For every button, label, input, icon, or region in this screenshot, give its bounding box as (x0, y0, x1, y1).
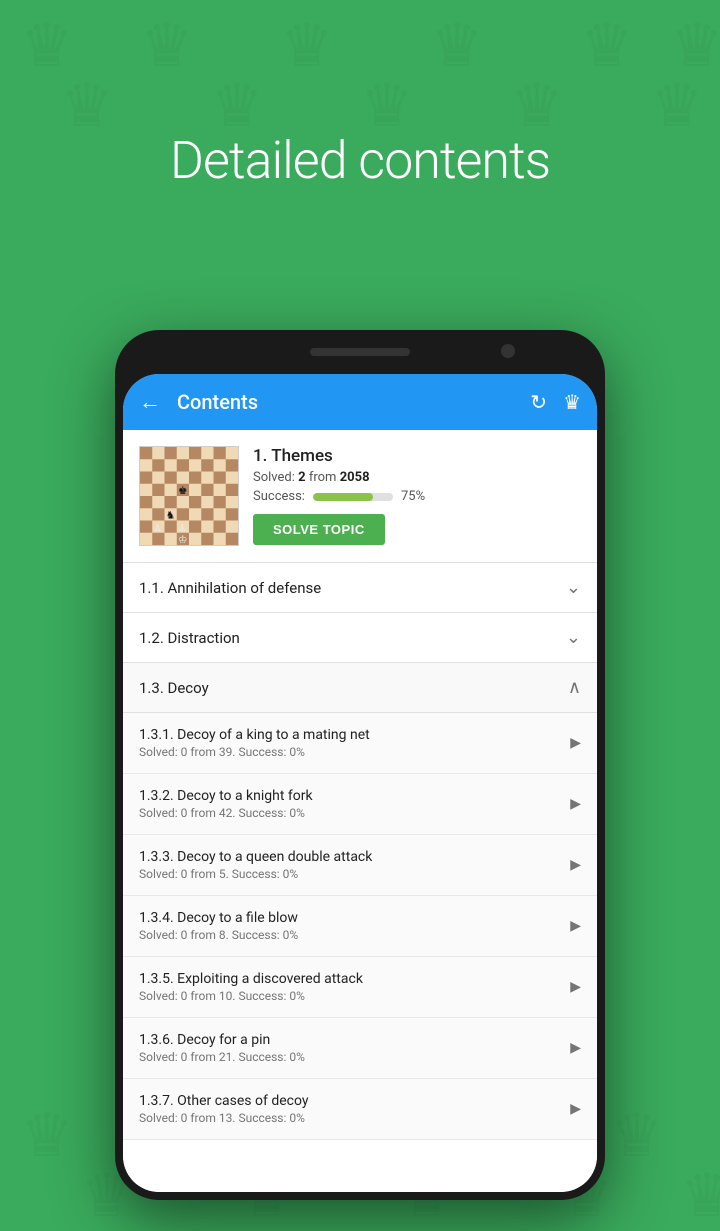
play-icon: ▶ (570, 918, 581, 934)
svg-text:♚: ♚ (178, 484, 187, 497)
topic-title: 1. Themes (253, 446, 581, 466)
play-icon: ▶ (570, 735, 581, 751)
app-icon[interactable]: ♛ (563, 390, 581, 414)
app-bar: ← Contents ↻ ♛ (123, 374, 597, 430)
list-sub-item[interactable]: 1.3.6. Decoy for a pin Solved: 0 from 21… (123, 1018, 597, 1079)
phone-speaker (310, 348, 410, 356)
list-item-subtitle: Solved: 0 from 8. Success: 0% (139, 928, 562, 942)
refresh-icon[interactable]: ↻ (530, 390, 547, 414)
list-item-text: 1.3.3. Decoy to a queen double attack So… (139, 849, 562, 881)
play-icon: ▶ (570, 1040, 581, 1056)
list-item-title: 1.2. Distraction (139, 629, 558, 647)
phone-camera (501, 344, 515, 358)
list-item-title: 1.3.3. Decoy to a queen double attack (139, 849, 562, 865)
back-button[interactable]: ← (139, 389, 161, 415)
solved-total: 2058 (340, 470, 370, 485)
content-scroll: ♚ ♞ ♙ ♙ ♔ 1. Themes Solved: 2 from (123, 430, 597, 1192)
list-item-expanded[interactable]: 1.3. Decoy ∧ (123, 663, 597, 713)
phone-frame: ← Contents ↻ ♛ (115, 330, 605, 1200)
svg-text:♔: ♔ (178, 533, 187, 545)
list-sub-item[interactable]: 1.3.2. Decoy to a knight fork Solved: 0 … (123, 774, 597, 835)
list-item-title: 1.1. Annihilation of defense (139, 579, 558, 597)
list-item-subtitle: Solved: 0 from 13. Success: 0% (139, 1111, 562, 1125)
list-item-subtitle: Solved: 0 from 5. Success: 0% (139, 867, 562, 881)
list-item-text: 1.3.1. Decoy of a king to a mating net S… (139, 727, 562, 759)
list-sub-item[interactable]: 1.3.4. Decoy to a file blow Solved: 0 fr… (123, 896, 597, 957)
list-item[interactable]: 1.1. Annihilation of defense ⌄ (123, 563, 597, 613)
list-item-text: 1.3.2. Decoy to a knight fork Solved: 0 … (139, 788, 562, 820)
list-item-text: 1.3.7. Other cases of decoy Solved: 0 fr… (139, 1093, 562, 1125)
progress-fill (313, 493, 373, 501)
list-item-text: 1.1. Annihilation of defense (139, 579, 558, 597)
play-icon: ▶ (570, 979, 581, 995)
list-item-title: 1.3.4. Decoy to a file blow (139, 910, 562, 926)
list-item-text: 1.3.4. Decoy to a file blow Solved: 0 fr… (139, 910, 562, 942)
solve-topic-button[interactable]: SOLVE TOPIC (253, 514, 385, 545)
play-icon: ▶ (570, 796, 581, 812)
success-label: Success: (253, 489, 305, 504)
list-sub-item[interactable]: 1.3.1. Decoy of a king to a mating net S… (123, 713, 597, 774)
success-pct: 75% (401, 489, 425, 504)
list-item-subtitle: Solved: 0 from 39. Success: 0% (139, 745, 562, 759)
list-item-subtitle: Solved: 0 from 21. Success: 0% (139, 1050, 562, 1064)
list-item-text: 1.3.6. Decoy for a pin Solved: 0 from 21… (139, 1032, 562, 1064)
progress-bar (313, 493, 393, 501)
list-item-title: 1.3. Decoy (139, 679, 560, 697)
topic-header: ♚ ♞ ♙ ♙ ♔ 1. Themes Solved: 2 from (123, 430, 597, 563)
solved-count: 2 (298, 470, 305, 485)
solved-label: Solved: (253, 470, 295, 485)
play-icon: ▶ (570, 857, 581, 873)
list-item-text: 1.3. Decoy (139, 679, 560, 697)
topic-solved: Solved: 2 from 2058 (253, 470, 581, 485)
chess-board-thumbnail: ♚ ♞ ♙ ♙ ♔ (139, 446, 239, 546)
svg-text:♞: ♞ (166, 509, 175, 522)
list-item-title: 1.3.7. Other cases of decoy (139, 1093, 562, 1109)
list-item-title: 1.3.5. Exploiting a discovered attack (139, 971, 562, 987)
app-bar-title: Contents (177, 390, 514, 414)
page-title: Detailed contents (0, 130, 720, 191)
list-item-subtitle: Solved: 0 from 10. Success: 0% (139, 989, 562, 1003)
list-item-text: 1.3.5. Exploiting a discovered attack So… (139, 971, 562, 1003)
screen-content: ← Contents ↻ ♛ (123, 374, 597, 1192)
solved-from: from (309, 470, 337, 485)
list-item-text: 1.2. Distraction (139, 629, 558, 647)
list-sub-item[interactable]: 1.3.3. Decoy to a queen double attack So… (123, 835, 597, 896)
success-row: Success: 75% (253, 489, 581, 504)
list-item[interactable]: 1.2. Distraction ⌄ (123, 613, 597, 663)
chevron-down-icon: ⌄ (566, 627, 581, 648)
list-item-title: 1.3.6. Decoy for a pin (139, 1032, 562, 1048)
list-sub-item[interactable]: 1.3.7. Other cases of decoy Solved: 0 fr… (123, 1079, 597, 1140)
chevron-up-icon: ∧ (568, 677, 581, 698)
list-sub-item[interactable]: 1.3.5. Exploiting a discovered attack So… (123, 957, 597, 1018)
svg-text:♙: ♙ (153, 523, 161, 534)
list-section: 1.1. Annihilation of defense ⌄ 1.2. Dist… (123, 563, 597, 1140)
phone-screen: ← Contents ↻ ♛ (123, 374, 597, 1192)
play-icon: ▶ (570, 1101, 581, 1117)
topic-info: 1. Themes Solved: 2 from 2058 Success: (253, 446, 581, 545)
list-item-title: 1.3.2. Decoy to a knight fork (139, 788, 562, 804)
list-item-title: 1.3.1. Decoy of a king to a mating net (139, 727, 562, 743)
list-item-subtitle: Solved: 0 from 42. Success: 0% (139, 806, 562, 820)
chevron-down-icon: ⌄ (566, 577, 581, 598)
